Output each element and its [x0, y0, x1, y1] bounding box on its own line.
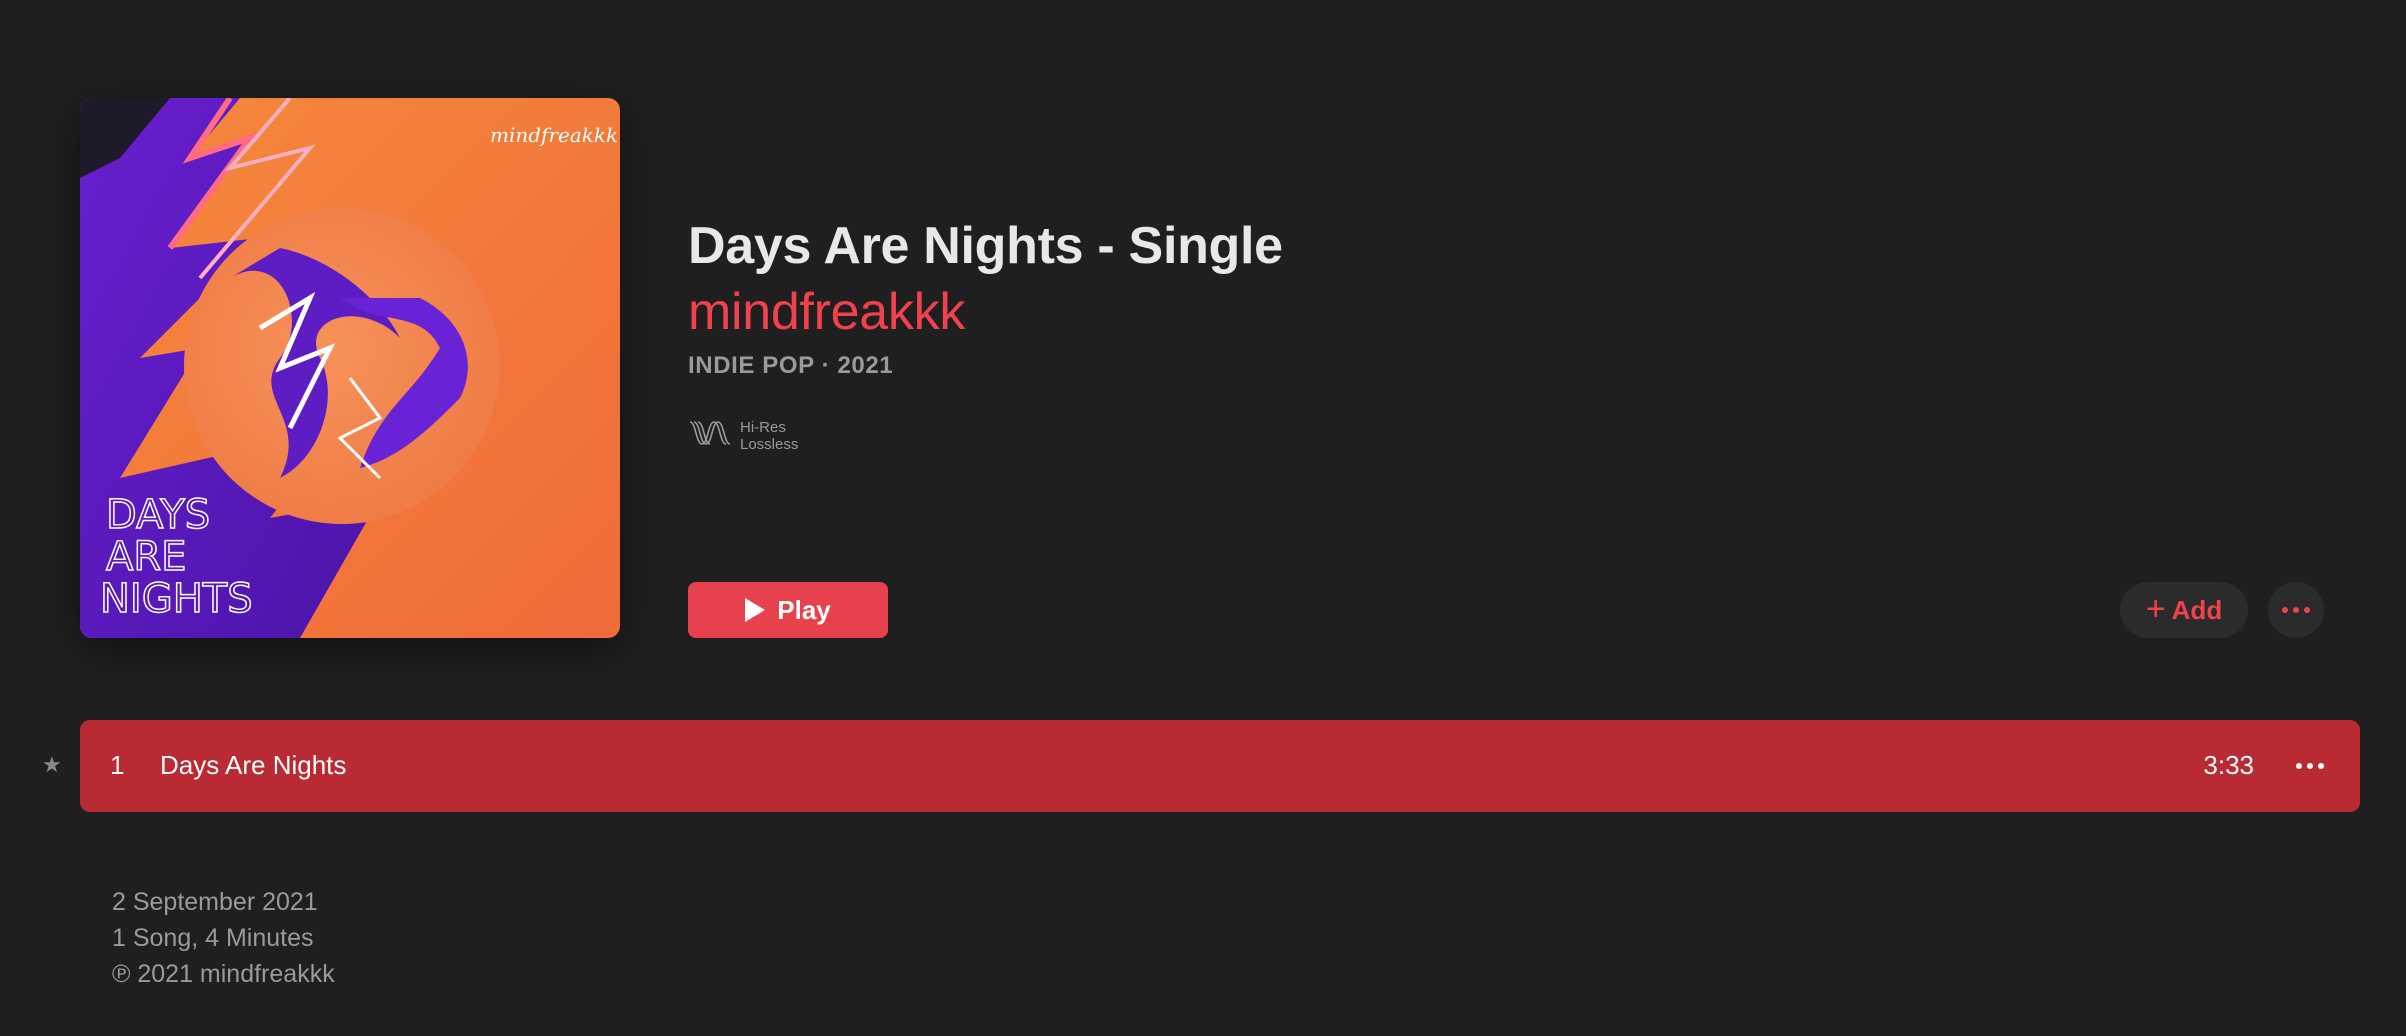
hi-res-lossless-badge: Hi-Res Lossless	[688, 418, 798, 453]
more-icon-dot	[2293, 607, 2299, 613]
track-duration: 3:33	[2203, 750, 2254, 780]
album-title: Days Are Nights - Single	[688, 217, 1283, 275]
more-icon-dot	[2282, 607, 2288, 613]
play-icon	[745, 598, 766, 622]
svg-text:DAYS: DAYS	[106, 492, 210, 538]
more-icon-dot	[2318, 763, 2324, 769]
track-number: 1	[110, 750, 125, 780]
track-title: Days Are Nights	[160, 750, 347, 780]
more-icon-dot	[2296, 763, 2302, 769]
genre-year: INDIE POP · 2021	[688, 352, 894, 379]
add-button-label: Add	[2171, 594, 2223, 625]
album-artwork-image: mindfreakkk DAYS ARE NIGHTS	[80, 98, 620, 638]
more-options-button[interactable]	[2268, 582, 2324, 638]
add-button[interactable]: + Add	[2120, 582, 2248, 638]
more-icon-dot	[2304, 607, 2310, 613]
svg-text:ARE: ARE	[106, 534, 186, 580]
album-artwork[interactable]: mindfreakkk DAYS ARE NIGHTS	[80, 98, 620, 638]
svg-text:NIGHTS: NIGHTS	[100, 576, 253, 622]
album-summary: 1 Song, 4 Minutes	[112, 924, 314, 952]
artist-link[interactable]: mindfreakkk	[688, 282, 965, 342]
plus-icon: +	[2145, 589, 2166, 628]
track-row[interactable]: 1 Days Are Nights 3:33	[80, 720, 2360, 812]
artwork-signature: mindfreakkk	[490, 123, 618, 147]
release-date: 2 September 2021	[112, 888, 318, 916]
hi-res-lossless-label: Hi-Res Lossless	[740, 418, 799, 453]
track-more-options-button[interactable]	[2290, 746, 2330, 786]
favorite-star-icon: ★	[42, 752, 62, 777]
copyright: ℗ 2021 mindfreakkk	[112, 960, 335, 988]
album-page: mindfreakkk DAYS ARE NIGHTS Days Are Nig…	[0, 0, 2406, 1036]
play-button[interactable]: Play	[688, 582, 888, 638]
more-icon-dot	[2307, 763, 2313, 769]
play-button-label: Play	[777, 594, 831, 625]
album-footer: 2 September 2021 1 Song, 4 Minutes ℗ 202…	[112, 884, 335, 992]
hi-res-lossless-icon	[688, 418, 732, 453]
